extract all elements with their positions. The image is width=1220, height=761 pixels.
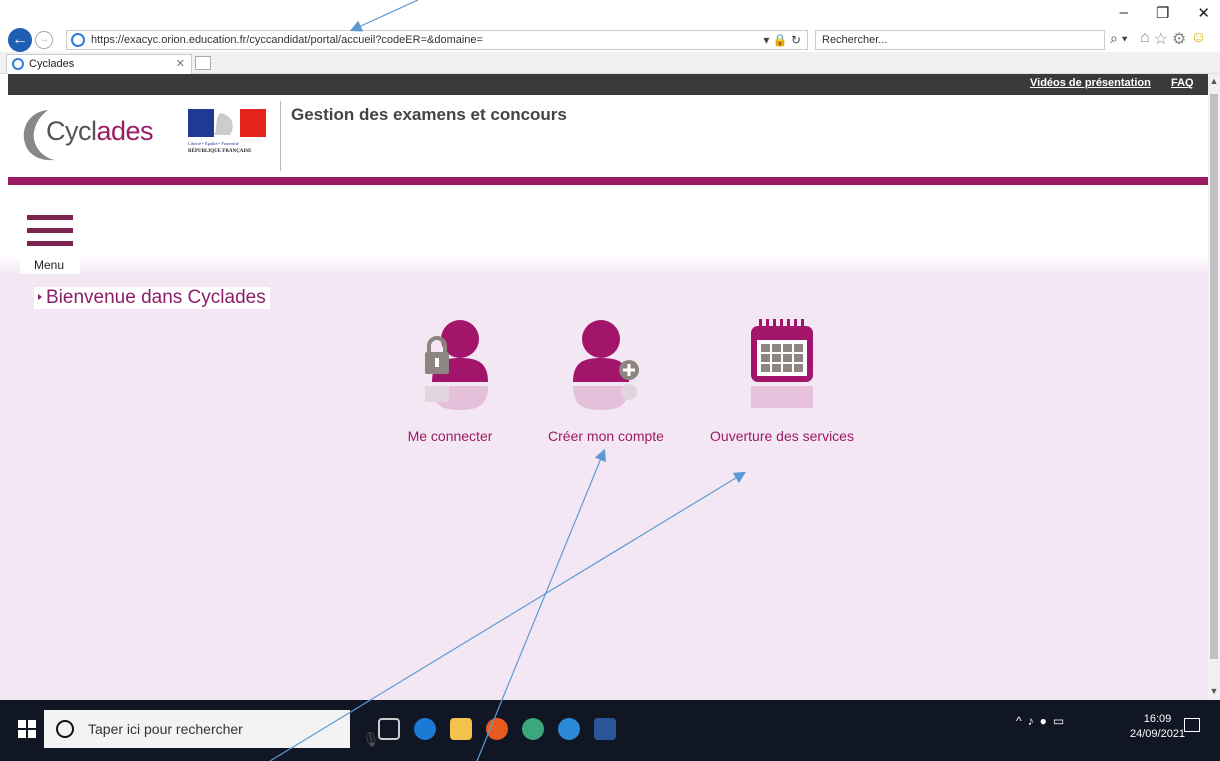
firefox-icon[interactable] <box>486 718 508 740</box>
task-view-icon[interactable] <box>378 718 400 740</box>
svg-text:RÉPUBLIQUE FRANÇAISE: RÉPUBLIQUE FRANÇAISE <box>188 148 252 154</box>
forward-button[interactable]: → <box>35 31 53 49</box>
tab-favicon-icon <box>12 58 24 70</box>
tile-create-account[interactable]: Créer mon compte <box>521 314 691 454</box>
taskbar-search-input[interactable]: Taper ici pour rechercher 🎙 <box>44 710 380 748</box>
minimize-button[interactable]: – <box>1120 4 1128 22</box>
tile-login[interactable]: Me connecter <box>365 314 535 454</box>
chevron-up-icon[interactable]: ^ <box>1016 714 1022 728</box>
faq-link[interactable]: FAQ <box>1171 77 1194 89</box>
scroll-down-icon[interactable]: ▼ <box>1208 686 1220 698</box>
home-icon[interactable]: ⌂ <box>1140 29 1150 49</box>
accent-stripe <box>8 177 1208 185</box>
clock-date: 24/09/2021 <box>1130 728 1186 740</box>
page-content: Vidéos de présentation FAQ Cyclades Libe… <box>0 74 1208 700</box>
word-icon[interactable] <box>594 718 616 740</box>
cyclades-logo[interactable]: Cyclades <box>14 104 174 164</box>
republique-francaise-logo: Liberté • Égalité • Fraternité RÉPUBLIQU… <box>184 107 270 155</box>
file-explorer-icon[interactable] <box>450 718 472 740</box>
search-placeholder: Rechercher... <box>822 34 888 46</box>
lock-user-icon <box>425 320 488 410</box>
tab-bar: Cyclades ✕ <box>0 52 1220 74</box>
system-tray: ^ ♪ ● ▭ <box>1016 714 1064 728</box>
hamburger-menu-icon[interactable] <box>26 215 74 259</box>
cortana-circle-icon <box>56 720 74 738</box>
search-icon[interactable]: ⌕ ▾ <box>1110 30 1128 47</box>
tab-title: Cyclades <box>29 58 75 70</box>
logo-divider <box>280 101 281 171</box>
navigation-bar: ← → https://exacyc.orion.education.fr/cy… <box>0 28 1220 52</box>
marianne-flag-icon: Liberté • Égalité • Fraternité RÉPUBLIQU… <box>188 109 266 154</box>
url-text: https://exacyc.orion.education.fr/cyccan… <box>91 34 483 46</box>
internet-explorer-icon[interactable] <box>414 718 436 740</box>
edge-icon[interactable] <box>558 718 580 740</box>
display-icon[interactable]: ▭ <box>1053 714 1064 728</box>
chrome-icon[interactable] <box>522 718 544 740</box>
site-header: Cyclades Liberté • Égalité • Fraternité … <box>8 95 1208 177</box>
settings-gear-icon[interactable]: ⚙ <box>1172 29 1186 49</box>
windows-taskbar: Taper ici pour rechercher 🎙 ^ ♪ ● ▭ 16:0… <box>0 700 1220 761</box>
login-label[interactable]: Me connecter <box>365 428 535 444</box>
tab-close-icon[interactable]: ✕ <box>176 55 185 73</box>
address-controls[interactable]: ▾ 🔒 ↻ <box>763 31 801 49</box>
tab-cyclades[interactable]: Cyclades ✕ <box>6 54 192 74</box>
services-opening-label[interactable]: Ouverture des services <box>697 428 867 444</box>
windows-start-icon[interactable] <box>18 720 36 738</box>
favorites-star-icon[interactable]: ☆ <box>1154 29 1168 49</box>
taskbar-search-placeholder: Taper ici pour rechercher <box>88 721 243 737</box>
add-user-icon <box>573 320 639 410</box>
feedback-smiley-icon[interactable]: ☺ <box>1190 29 1206 49</box>
create-account-label[interactable]: Créer mon compte <box>521 428 691 444</box>
videos-link[interactable]: Vidéos de présentation <box>1030 77 1151 89</box>
logo-text: Cyclades <box>46 116 154 146</box>
network-icon[interactable]: ● <box>1040 714 1047 728</box>
site-icon <box>71 33 85 47</box>
tile-services-opening[interactable]: Ouverture des services <box>697 314 867 454</box>
scroll-up-icon[interactable]: ▲ <box>1208 76 1220 88</box>
welcome-heading: Bienvenue dans Cyclades <box>34 287 270 309</box>
notification-icon[interactable] <box>1184 718 1200 732</box>
window-title-bar: – ❐ ✕ <box>0 0 1220 28</box>
back-button[interactable]: ← <box>8 28 32 52</box>
top-links-bar: Vidéos de présentation FAQ <box>8 74 1208 95</box>
volume-icon[interactable]: ♪ <box>1028 714 1034 728</box>
system-clock[interactable]: 16:09 24/09/2021 <box>1130 712 1185 742</box>
app-title: Gestion des examens et concours <box>291 105 567 124</box>
new-tab-button[interactable] <box>195 56 211 70</box>
toolbar-icons: ⌂ ☆ ⚙ ☺ <box>1140 29 1207 49</box>
restore-button[interactable]: ❐ <box>1156 4 1169 22</box>
svg-text:Liberté • Égalité • Fraternité: Liberté • Égalité • Fraternité <box>188 141 239 146</box>
clock-time: 16:09 <box>1143 713 1172 725</box>
search-input[interactable]: Rechercher... <box>815 30 1105 50</box>
vertical-scrollbar[interactable]: ▲ ▼ <box>1208 74 1220 700</box>
calendar-icon <box>751 319 813 408</box>
menu-label[interactable]: Menu <box>20 256 80 274</box>
scroll-thumb[interactable] <box>1210 94 1218 659</box>
address-bar[interactable]: https://exacyc.orion.education.fr/cyccan… <box>66 30 808 50</box>
window-controls: – ❐ ✕ <box>1120 4 1210 22</box>
close-window-button[interactable]: ✕ <box>1197 4 1210 22</box>
